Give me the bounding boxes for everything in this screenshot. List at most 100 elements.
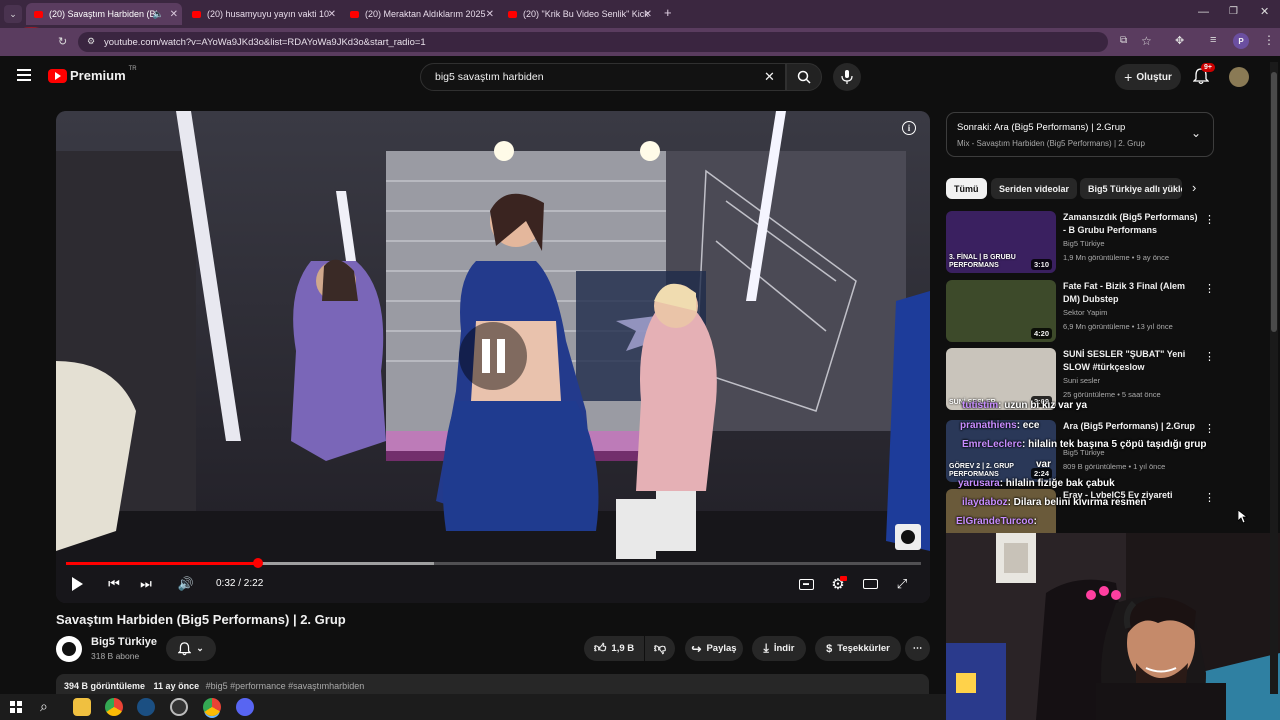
like-button[interactable]: 👍︎ 1,9 B [584,636,644,661]
video-player[interactable]: i [56,111,930,603]
thanks-button[interactable]: $ Teşekkürler [815,636,901,661]
youtube-logo[interactable]: Premium TR [48,66,137,83]
subscribe-bell-button[interactable]: ⌄ [166,636,216,661]
more-vertical-icon[interactable]: ⋮ [1204,282,1215,295]
channel-name[interactable]: Big5 Türkiye [91,636,157,648]
steam-icon[interactable] [137,698,155,716]
youtube-play-logo-icon [48,68,67,83]
hamburger-menu-icon[interactable] [17,69,31,81]
search-input[interactable]: big5 savaştım harbiden ✕ [420,63,786,91]
channel-avatar[interactable] [56,636,82,662]
close-tab-icon[interactable]: ✕ [644,9,652,20]
plus-icon: + [1124,69,1133,85]
recommendation-channel[interactable]: Suni sesler [1063,376,1100,385]
bell-icon [178,641,192,655]
channel-watermark-icon[interactable] [895,524,921,550]
play-icon [71,577,83,591]
more-vertical-icon[interactable]: ⋮ [1204,422,1215,435]
more-vertical-icon[interactable]: ⋮ [1204,350,1215,363]
play-button[interactable] [66,573,88,595]
chat-message: yarusara: hilalin fiziğe bak çabuk [958,478,1115,489]
video-title: Savaştım Harbiden (Big5 Performans) | 2.… [56,612,346,627]
tab-search-button[interactable]: ⌄ [4,5,22,23]
file-explorer-icon[interactable] [73,698,91,716]
more-actions-button[interactable]: ⋯ [905,636,930,661]
chat-message: ilaydaboz: Dilara belini kıvırma resmen [962,497,1147,508]
chrome-profile-icon[interactable] [203,698,221,716]
close-tab-icon[interactable]: ✕ [328,9,336,20]
theater-mode-button[interactable] [859,573,881,595]
recommendation-item[interactable]: 3. FİNAL | B GRUBU PERFORMANS 3:10 Zamansı… [946,211,1215,275]
playlist-panel[interactable]: Sonraki: Ara (Big5 Performans) | 2.Grup … [946,112,1214,157]
recommendation-title[interactable]: Ara (Big5 Performans) | 2.Grup [1063,420,1201,433]
volume-button[interactable]: 🔊 [175,573,197,595]
url-omnibox[interactable]: ⚙ youtube.com/watch?v=AYoWa9JKd3o&list=R… [78,32,1127,52]
video-thumbnail[interactable]: 3. FİNAL | B GRUBU PERFORMANS 3:10 [946,211,1056,273]
close-tab-icon[interactable]: ✕ [170,9,178,20]
browser-tab[interactable]: (20) Meraktan Aldıklarım 2025 ✕ [342,3,498,25]
settings-button[interactable]: ⚙ [827,573,849,595]
next-button[interactable]: ⏭ [135,573,157,595]
search-button[interactable] [786,63,822,91]
reload-icon[interactable]: ↻ [58,35,67,48]
create-button[interactable]: + Oluştur [1115,64,1181,90]
browser-tab[interactable]: (20) "Krik Bu Video Senlik" Kick ✕ [500,3,656,25]
download-button[interactable]: ⤓ İndir [752,636,806,661]
chrome-icon[interactable] [105,698,123,716]
close-window-button[interactable]: ✕ [1260,5,1269,18]
chip-uploader[interactable]: Big5 Türkiye adlı yükleyen [1080,178,1182,199]
next-icon: ⏭ [140,576,152,591]
recommendation-title[interactable]: SUNİ SESLER "ŞUBAT" Yeni SLOW #türkçeslo… [1063,348,1201,374]
subtitles-button[interactable]: ▬ [795,573,817,595]
video-progress-bar[interactable] [66,558,921,568]
recommendation-channel[interactable]: Big5 Türkiye [1063,239,1105,248]
thumbs-up-icon: 👍︎ [593,641,607,655]
extensions-icon[interactable]: ✥ [1175,34,1184,47]
profile-avatar[interactable]: P [1233,33,1249,49]
chip-all[interactable]: Tümü [946,178,987,199]
windows-start-icon[interactable] [10,701,22,713]
voice-search-button[interactable] [833,63,861,91]
minimize-window-button[interactable]: — [1198,6,1209,18]
install-app-icon[interactable]: ⧉ [1120,35,1127,46]
pause-overlay-button[interactable] [459,322,527,390]
share-button[interactable]: ↪ Paylaş [685,636,743,661]
chat-username: ElGrandeTurcoo [956,516,1034,527]
clear-search-icon[interactable]: ✕ [764,69,775,85]
browser-menu-icon[interactable]: ⋮ [1263,33,1275,47]
previous-button[interactable]: ⏮ [103,573,125,595]
close-tab-icon[interactable]: ✕ [486,9,494,20]
more-vertical-icon[interactable]: ⋮ [1204,491,1215,504]
chevron-down-icon[interactable]: ⌄ [1191,126,1201,140]
hd-badge [840,576,847,581]
taskbar-search-icon[interactable]: ⌕ [40,698,48,715]
new-tab-button[interactable]: + [664,5,672,20]
notifications-button[interactable]: 9+ [1192,63,1215,90]
obs-icon[interactable] [170,698,188,716]
discord-icon[interactable] [236,698,254,716]
video-thumbnail[interactable]: 4:20 [946,280,1056,342]
chips-scroll-right-icon[interactable]: › [1192,180,1196,195]
account-avatar[interactable] [1229,67,1249,87]
recommendation-title[interactable]: Zamansızdık (Big5 Performans) - B Grubu … [1063,211,1201,237]
chip-series[interactable]: Seriden videolar [991,178,1078,199]
bookmark-star-icon[interactable]: ☆ [1141,34,1152,48]
recommendation-channel[interactable]: Sektor Yapim [1063,308,1107,317]
chat-text: : uzun bi kız var ya [998,400,1088,411]
notification-badge: 9+ [1201,63,1215,72]
recommendation-meta: 25 görüntüleme • 5 saat önce [1063,390,1161,399]
hashtags[interactable]: #big5 #performance #savaştımharbiden [206,681,365,691]
restore-window-button[interactable]: ❐ [1229,6,1238,17]
page-scrollbar[interactable] [1270,62,1278,694]
recommendation-item[interactable]: 4:20 Fate Fat - Bizik 3 Final (Alem DM) D… [946,280,1215,344]
site-info-icon[interactable]: ⚙ [87,36,95,47]
dislike-button[interactable]: 👎︎ [645,636,675,661]
video-info-icon[interactable]: i [902,121,916,135]
browser-tab[interactable]: (20) husamyuyu yayın vakti 10 ✕ [184,3,340,25]
fullscreen-button[interactable]: ⤢ [891,573,913,595]
more-vertical-icon[interactable]: ⋮ [1204,213,1215,226]
browser-tab[interactable]: (20) Savaştım Harbiden (Bi 🔈 ✕ [26,3,182,25]
os-taskbar: ⌕ [0,694,946,720]
media-control-icon[interactable]: ≡ [1210,34,1216,46]
recommendation-title[interactable]: Fate Fat - Bizik 3 Final (Alem DM) Dubst… [1063,280,1201,306]
